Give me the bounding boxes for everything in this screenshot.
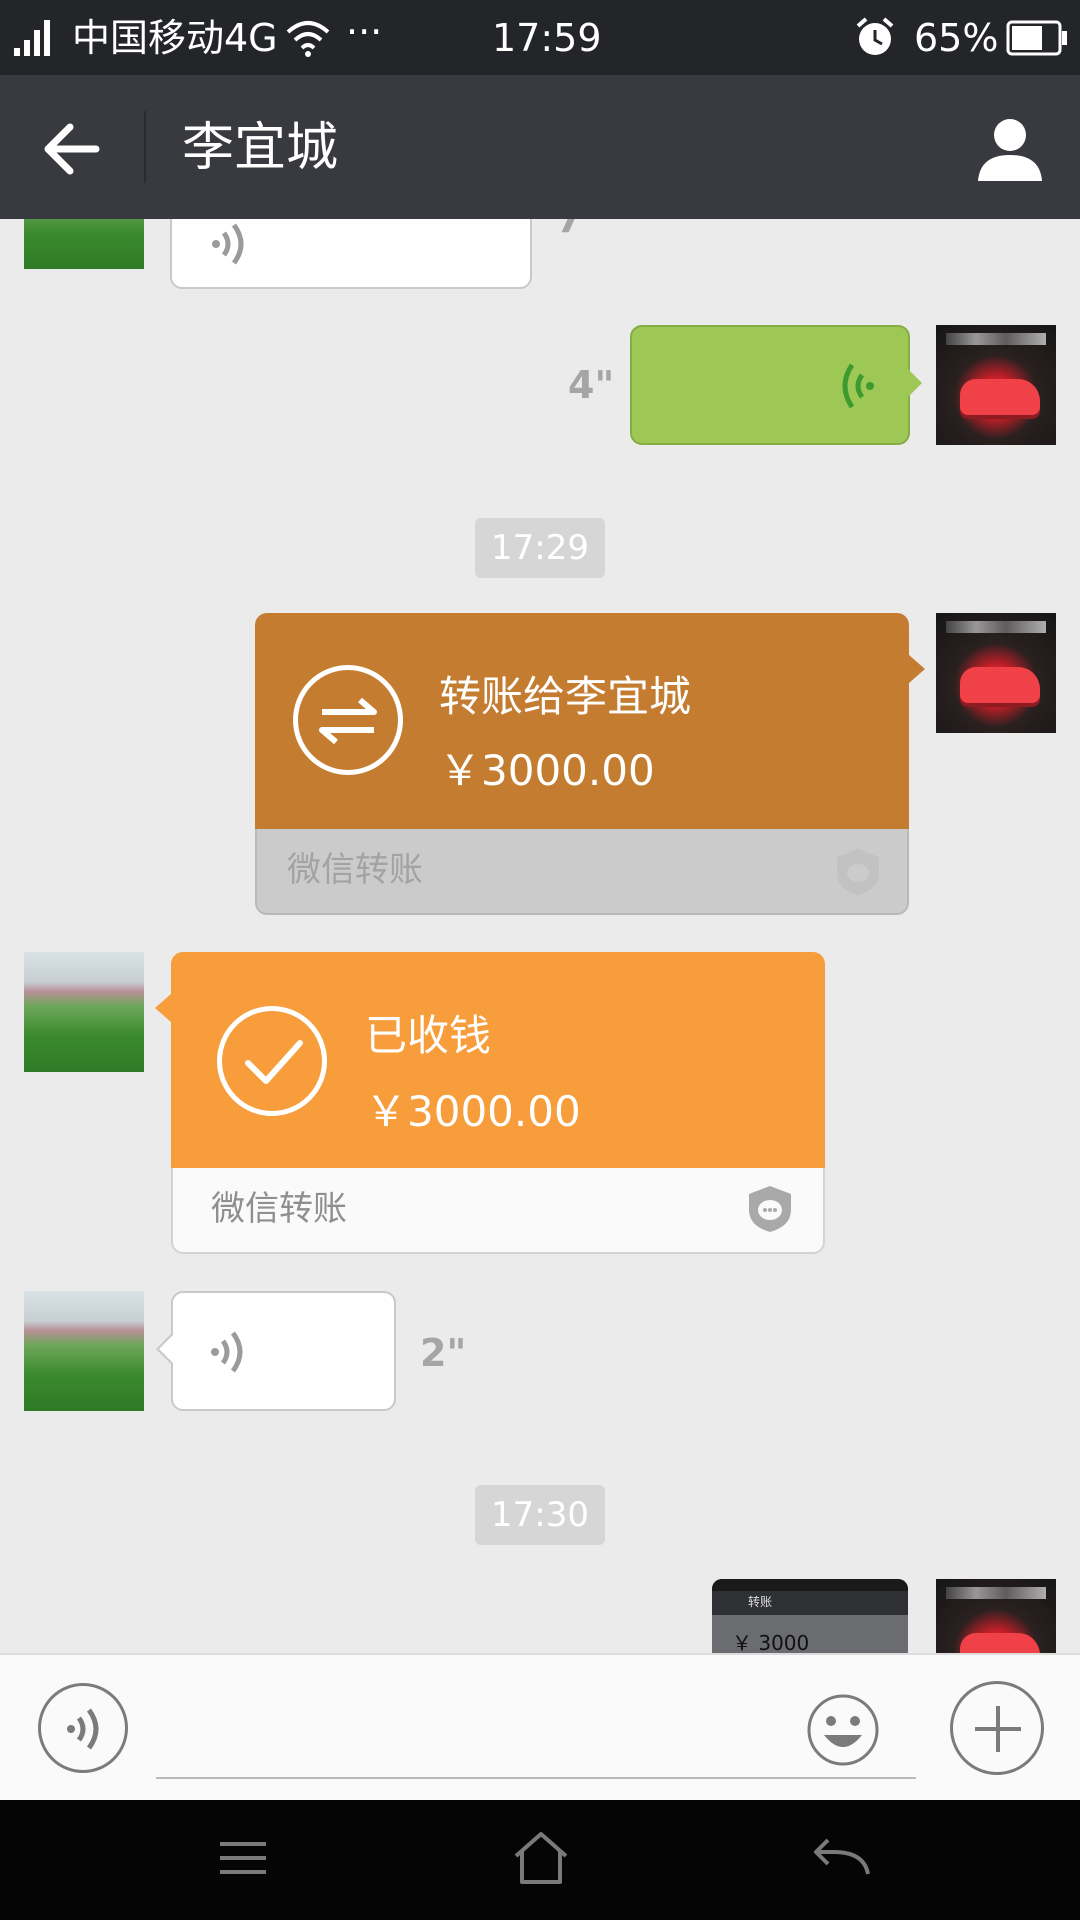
- transfer-title: 已收钱: [365, 1011, 492, 1060]
- battery-percent: 65%: [914, 16, 999, 60]
- transfer-footer-label: 微信转账: [287, 850, 423, 890]
- image-message-thumbnail[interactable]: 转账 ￥ 3000: [712, 1579, 908, 1653]
- voice-duration: 7": [556, 219, 603, 241]
- status-bar: 中国移动4G ··· 17:59 65%: [0, 0, 1080, 75]
- chat-title: 李宜城: [182, 118, 339, 178]
- back-arrow-icon[interactable]: [30, 107, 114, 191]
- message-input[interactable]: [156, 1685, 916, 1779]
- battery-icon: [1006, 20, 1067, 56]
- bubble-tail: [909, 655, 925, 683]
- plus-icon: [975, 1706, 1021, 1752]
- bubble-tail: [908, 369, 922, 397]
- smiley-icon[interactable]: [806, 1693, 880, 1767]
- voice-duration: 2": [420, 1331, 467, 1375]
- thumb-statusbar: [712, 1579, 908, 1591]
- transfer-footer-label: 微信转账: [211, 1189, 347, 1229]
- wifi-icon: [286, 21, 330, 57]
- bubble-tail: [155, 994, 171, 1022]
- transfer-amount: ￥3000.00: [365, 1087, 581, 1136]
- transfer-arrows-icon: [293, 665, 403, 775]
- transfer-title: 转账给李宜城: [439, 672, 692, 721]
- voice-duration: 4": [568, 363, 615, 407]
- thumb-body: ￥ 3000: [712, 1615, 908, 1653]
- contact-avatar[interactable]: [24, 1291, 144, 1411]
- voice-toggle-button[interactable]: [38, 1683, 128, 1773]
- thumb-amount: ￥ 3000: [732, 1631, 810, 1653]
- voice-wave-icon: [842, 363, 874, 409]
- system-nav-bar: [0, 1800, 1080, 1920]
- voice-message-bubble[interactable]: [170, 219, 532, 289]
- carrier-label: 中国移动4G: [72, 16, 278, 60]
- wechat-pay-shield-icon: [837, 849, 879, 895]
- voice-wave-icon: [211, 1331, 243, 1373]
- title-divider: [144, 111, 146, 183]
- more-status-dots: ···: [346, 10, 383, 54]
- contact-avatar[interactable]: [24, 952, 144, 1072]
- my-avatar[interactable]: [936, 325, 1056, 445]
- menu-icon[interactable]: [208, 1828, 278, 1888]
- timestamp-badge: 17:29: [475, 518, 605, 578]
- thumb-title: 转账: [748, 1595, 773, 1609]
- return-icon[interactable]: [806, 1828, 876, 1888]
- transfer-card-sent[interactable]: 转账给李宜城 ￥3000.00 微信转账: [255, 613, 925, 915]
- voice-message-bubble[interactable]: [630, 325, 922, 445]
- message-list[interactable]: 7" 4" 17:29 转账给李宜城 ￥3000.00 微信转账 已收钱 ￥30…: [0, 219, 1080, 1653]
- voice-message-bubble[interactable]: [156, 1291, 396, 1411]
- transfer-card-footer: 微信转账: [171, 1168, 825, 1254]
- more-options-button[interactable]: [950, 1681, 1044, 1775]
- person-icon[interactable]: [976, 115, 1044, 183]
- alarm-icon: [856, 17, 894, 55]
- home-icon[interactable]: [506, 1828, 576, 1888]
- wechat-pay-shield-icon: [749, 1186, 791, 1232]
- transfer-amount: ￥3000.00: [439, 746, 655, 795]
- signal-icon: [14, 20, 50, 56]
- voice-wave-icon: [212, 223, 244, 265]
- timestamp-badge: 17:30: [475, 1485, 605, 1545]
- contact-avatar[interactable]: [24, 219, 144, 269]
- bubble-tail: [159, 1335, 173, 1363]
- chat-input-bar: [0, 1653, 1080, 1800]
- my-avatar[interactable]: [936, 1579, 1056, 1653]
- status-time: 17:59: [492, 16, 602, 60]
- transfer-card-footer: 微信转账: [255, 829, 909, 915]
- checkmark-circle-icon: [217, 1006, 327, 1116]
- voice-icon: [67, 1708, 99, 1750]
- transfer-card-body: 已收钱 ￥3000.00: [155, 952, 825, 1168]
- chat-header: 李宜城: [0, 75, 1080, 219]
- transfer-card-received[interactable]: 已收钱 ￥3000.00 微信转账: [155, 952, 825, 1254]
- transfer-card-body: 转账给李宜城 ￥3000.00: [255, 613, 925, 829]
- my-avatar[interactable]: [936, 613, 1056, 733]
